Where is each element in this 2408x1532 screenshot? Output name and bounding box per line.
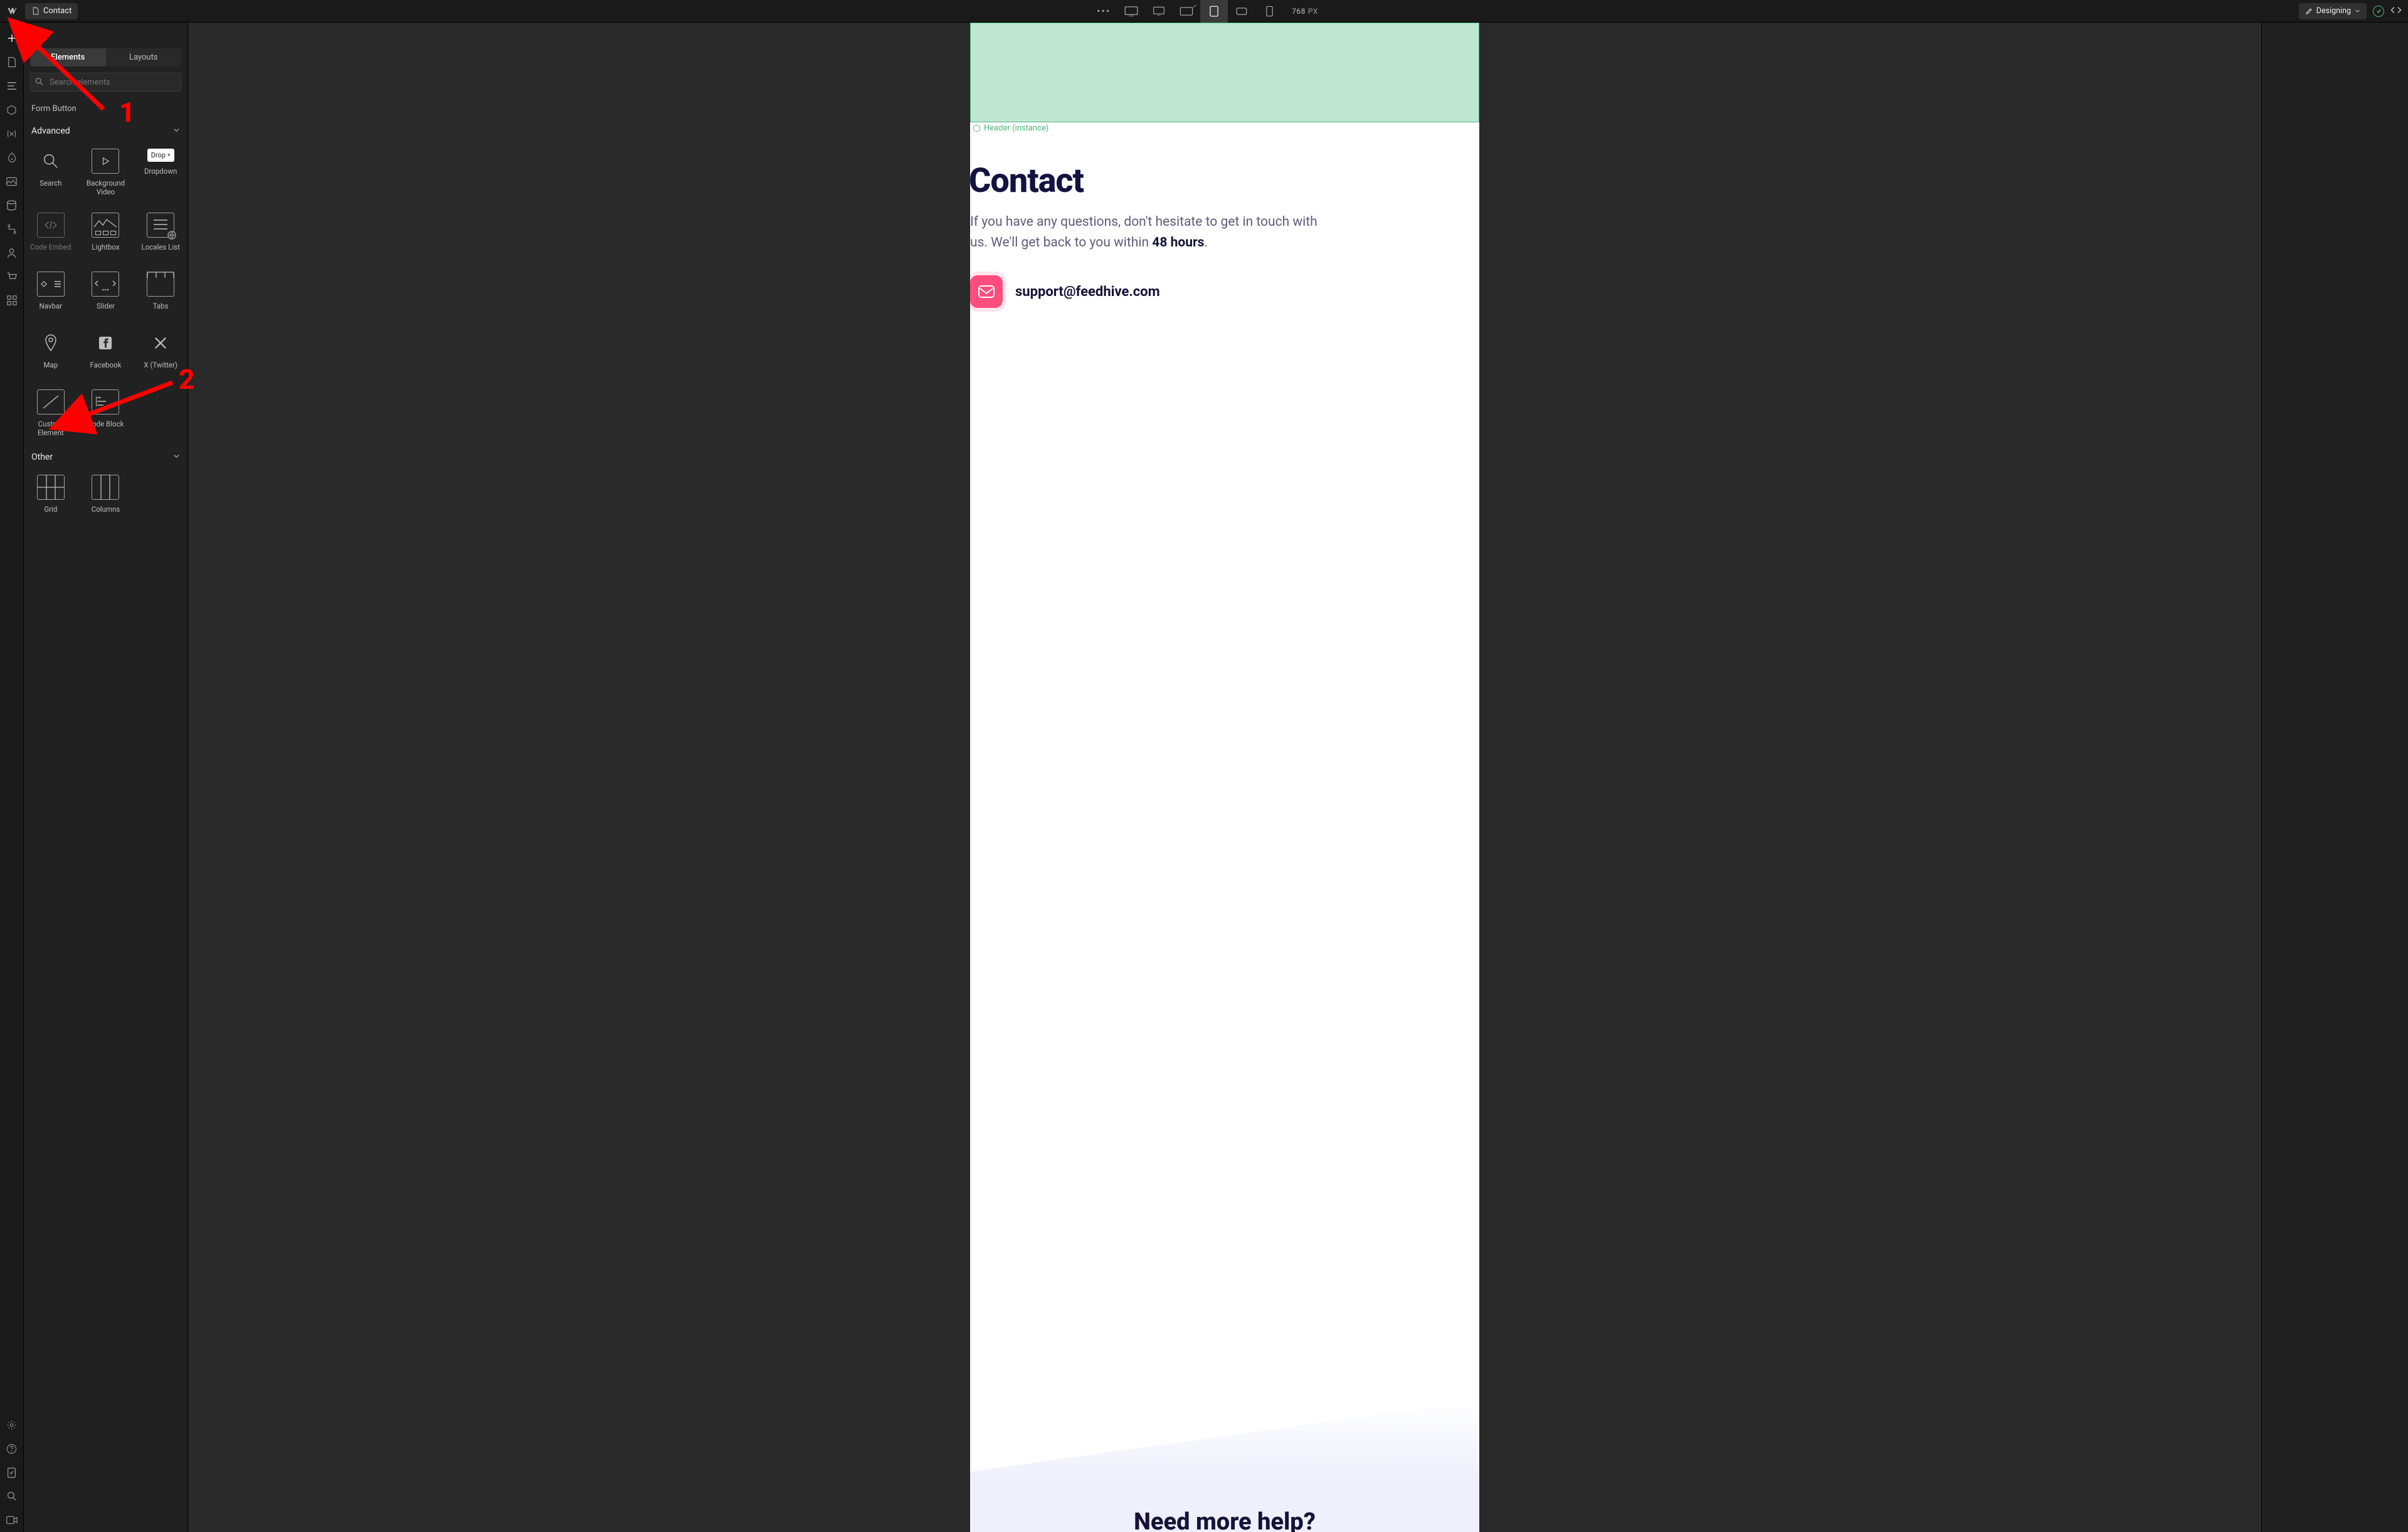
canvas: Header (instance) Contact If you have an… [188,23,2261,1532]
intro-paragraph[interactable]: If you have any questions, don't hesitat… [970,212,1321,253]
el-custom-element[interactable]: Custom Element [24,383,78,446]
rail-pages[interactable] [0,50,24,74]
chevron-down-icon [173,452,180,462]
navbar-icon [37,272,65,297]
canvas-width-readout: 768PX [1292,7,1318,16]
bp-desktop-large[interactable] [1117,0,1145,23]
bp-desktop[interactable] [1145,0,1173,23]
custom-element-icon [37,389,65,415]
status-ok-icon[interactable] [2373,6,2384,17]
bp-tablet[interactable] [1200,0,1228,23]
rail-add[interactable] [0,26,24,50]
code-block-icon [92,389,119,415]
bp-mobile-landscape[interactable] [1228,0,1255,23]
chevron-down-icon [2355,8,2360,14]
lightbox-icon [92,213,119,238]
el-code-block[interactable]: Code Block [79,383,133,446]
pin-icon [37,330,65,356]
mode-designing-button[interactable]: Designing [2299,3,2367,19]
rail-cms[interactable] [0,193,24,217]
rail-variables[interactable] [0,122,24,145]
locales-icon [147,213,174,238]
el-code-embed[interactable]: Code Embed [24,206,78,264]
rail-assets[interactable] [0,169,24,193]
tab-elements[interactable]: Elements [30,48,106,66]
play-icon [92,149,119,174]
page-chip[interactable]: Contact [25,3,78,19]
component-icon [973,124,981,132]
el-bg-video[interactable]: Background Video [79,142,133,205]
rail-settings[interactable] [0,1413,24,1437]
page-title[interactable]: Contact [970,161,1479,201]
grid-icon [37,475,65,500]
magnifier-icon [37,149,65,174]
code-icon [37,213,65,238]
panel-title: Add [24,23,187,48]
rail-navigator[interactable] [0,74,24,98]
el-facebook[interactable]: Facebook [79,324,133,382]
el-slider[interactable]: Slider [79,265,133,323]
panel-tabs: Elements Layouts [30,48,181,66]
page-icon [31,7,40,15]
tabs-icon [147,272,174,297]
breakpoint-switcher: ••• 768PX [1090,0,1318,23]
rail-components[interactable] [0,98,24,122]
slider-icon [92,272,119,297]
top-bar: Contact ••• 768PX Designing [0,0,2408,23]
x-twitter-icon [147,330,174,356]
bp-mobile[interactable] [1255,0,1283,23]
main-area: Add Elements Layouts Form Button Advance… [0,23,2408,1532]
support-email[interactable]: support@feedhive.com [1015,284,1160,300]
rail-apps[interactable] [0,288,24,312]
search-input[interactable] [30,73,181,92]
rail-video[interactable] [0,1508,24,1532]
device-frame[interactable]: Header (instance) Contact If you have an… [970,23,1479,1532]
rail-styles[interactable] [0,145,24,169]
category-advanced[interactable]: Advanced [24,120,187,142]
el-search[interactable]: Search [24,142,78,205]
el-lightbox[interactable]: Lightbox [79,206,133,264]
help-section[interactable]: Need more help? [970,1400,1479,1532]
el-navbar[interactable]: Navbar [24,265,78,323]
rail-audit[interactable] [0,1461,24,1484]
el-twitter[interactable]: X (Twitter) [134,324,187,382]
rail-ecommerce[interactable] [0,265,24,288]
mail-icon [970,275,1003,308]
bp-tablet-landscape[interactable] [1173,0,1200,23]
webflow-logo[interactable] [4,3,20,19]
brush-icon [2305,8,2313,15]
more-breakpoints[interactable]: ••• [1090,0,1117,23]
columns-icon [92,475,119,500]
el-map[interactable]: Map [24,324,78,382]
email-row[interactable]: support@feedhive.com [970,275,1479,308]
rail-help[interactable] [0,1437,24,1461]
el-dropdown[interactable]: Drop▾ Dropdown [134,142,187,205]
rail-users[interactable] [0,241,24,265]
facebook-icon [92,330,119,356]
rail-find[interactable] [0,1484,24,1508]
export-code-button[interactable] [2390,5,2402,17]
left-rail [0,23,24,1532]
el-tabs[interactable]: Tabs [134,265,187,323]
rail-logic[interactable] [0,217,24,241]
add-panel: Add Elements Layouts Form Button Advance… [24,23,188,1532]
selection-label[interactable]: Header (instance) [973,124,1048,133]
search-icon [35,77,43,88]
chevron-down-icon [173,126,180,136]
tab-layouts[interactable]: Layouts [106,48,182,66]
help-heading[interactable]: Need more help? [1134,1508,1316,1532]
category-other[interactable]: Other [24,446,187,468]
el-grid[interactable]: Grid [24,468,78,526]
el-locales-list[interactable]: Locales List [134,206,187,264]
el-columns[interactable]: Columns [79,468,133,526]
style-panel [2261,23,2408,1532]
dropdown-chip-icon: Drop▾ [147,149,174,162]
page-chip-label: Contact [43,6,71,16]
header-instance[interactable] [970,23,1479,122]
list-item-form-button[interactable]: Form Button [24,98,187,120]
